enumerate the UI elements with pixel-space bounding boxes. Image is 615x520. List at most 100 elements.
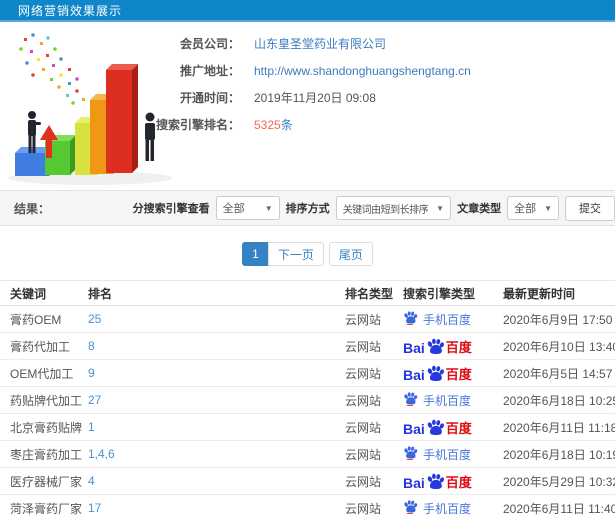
col-update-time: 最新更新时间 — [503, 286, 576, 301]
rank-count-unit: 条 — [280, 118, 293, 132]
table-row: 药贴牌代加工 27 云网站 手机百度 2020年6月18日 10:25 — [0, 387, 615, 414]
keyword-cell: 膏药代加工 — [10, 339, 71, 354]
baidu-paw-icon — [427, 365, 444, 381]
engine-cell: 手机百度 — [403, 310, 503, 328]
opened-time: 2019年11月20日 09:08 — [254, 91, 376, 105]
keyword-cell: 枣庄膏药加工 — [10, 447, 83, 462]
chevron-down-icon: ▼ — [436, 203, 445, 213]
mobile-baidu-logo: 手机百度 — [403, 391, 471, 409]
update-time-cell: 2020年6月11日 11:40 — [503, 501, 615, 516]
company-label: 会员公司： — [179, 37, 240, 51]
mobile-baidu-label: 手机百度 — [423, 501, 472, 516]
page-title: 网络营销效果展示 — [18, 3, 123, 18]
table-row: 枣庄膏药加工 1,4,6 云网站 手机百度 2020年6月18日 10:19 — [0, 441, 615, 468]
article-type-value: 全部 — [514, 203, 537, 215]
update-time-cell: 2020年6月5日 14:57 — [503, 366, 613, 381]
baidu-paw-icon — [427, 338, 444, 354]
update-time-cell: 2020年6月10日 13:40 — [503, 339, 615, 354]
page-last-button[interactable]: 尾页 — [328, 242, 373, 266]
engine-cell: 手机百度 — [403, 499, 503, 517]
info-row-rank-count: 搜索引擎排名： 5325条 — [0, 117, 615, 132]
top-bar: 网络营销效果展示 — [0, 0, 615, 22]
mobile-baidu-logo: 手机百度 — [403, 310, 471, 328]
baidu-paw-icon — [427, 419, 444, 435]
info-row-opened: 开通时间： 2019年11月20日 09:08 — [0, 90, 615, 105]
article-type-label: 文章类型 — [457, 203, 502, 215]
keyword-cell: 医疗器械厂家 — [10, 474, 83, 489]
baidu-logo: Bai 百度 — [403, 472, 472, 490]
sort-select[interactable]: 关键词由短到长排序 ▼ — [335, 196, 452, 220]
rank-type-cell: 云网站 — [345, 474, 382, 489]
info-section: 会员公司： 山东皇圣堂药业有限公司 推广地址： http://www.shand… — [0, 22, 615, 190]
rank-link[interactable]: 1 — [88, 420, 95, 434]
rank-link[interactable]: 25 — [88, 312, 101, 326]
engine-filter-label: 分搜索引擎查看 — [132, 203, 210, 215]
rank-type-cell: 云网站 — [345, 339, 382, 354]
update-time-cell: 2020年6月18日 10:25 — [503, 393, 615, 408]
engine-cell: 手机百度 — [403, 391, 503, 409]
rank-link[interactable]: 1,4,6 — [88, 447, 115, 461]
submit-button[interactable]: 提交 — [565, 195, 615, 221]
sort-label: 排序方式 — [285, 203, 330, 215]
baidu-logo: Bai 百度 — [403, 364, 472, 382]
mobile-baidu-label: 手机百度 — [423, 393, 472, 408]
info-row-company: 会员公司： 山东皇圣堂药业有限公司 — [0, 36, 615, 51]
mobile-baidu-label: 手机百度 — [423, 447, 472, 462]
table-row: 医疗器械厂家 4 云网站 Bai 百度 2020年5月29日 10:32 — [0, 468, 615, 495]
keyword-cell: 菏泽膏药厂家 — [10, 501, 83, 516]
url-label: 推广地址： — [179, 64, 240, 78]
baidu-logo: Bai 百度 — [403, 418, 472, 436]
engine-filter-value: 全部 — [222, 203, 245, 215]
table-header-row: 关键词 排名 排名类型 搜索引擎类型 最新更新时间 — [0, 281, 615, 306]
info-row-url: 推广地址： http://www.shandonghuangshengtang.… — [0, 63, 615, 79]
mobile-baidu-logo: 手机百度 — [403, 499, 471, 517]
rank-link[interactable]: 27 — [88, 393, 101, 407]
rank-link[interactable]: 9 — [88, 366, 95, 380]
col-rank-type: 排名类型 — [345, 286, 394, 301]
baidu-paw-icon — [427, 473, 444, 489]
rank-link[interactable]: 4 — [88, 474, 95, 488]
update-time-cell: 2020年5月29日 10:32 — [503, 474, 615, 489]
rank-type-cell: 云网站 — [345, 501, 382, 516]
rank-link[interactable]: 8 — [88, 339, 95, 353]
engine-filter-select[interactable]: 全部 ▼ — [215, 196, 280, 220]
col-keyword: 关键词 — [10, 286, 47, 301]
baidu-paw-icon — [404, 446, 418, 461]
baidu-logo: Bai 百度 — [403, 337, 472, 355]
baidu-paw-icon — [404, 392, 418, 407]
chevron-down-icon: ▼ — [264, 203, 273, 213]
member-info-list: 会员公司： 山东皇圣堂药业有限公司 推广地址： http://www.shand… — [0, 36, 615, 144]
ranking-table: 关键词 排名 排名类型 搜索引擎类型 最新更新时间 膏药OEM 25 云网站 手… — [0, 280, 615, 520]
rank-type-cell: 云网站 — [345, 393, 382, 408]
result-label: 结果： — [14, 201, 51, 216]
rank-type-cell: 云网站 — [345, 447, 382, 462]
table-body: 膏药OEM 25 云网站 手机百度 2020年6月9日 17:50 膏药代加工 … — [0, 306, 615, 520]
promo-url-link[interactable]: http://www.shandonghuangshengtang.cn — [254, 64, 471, 78]
col-rank: 排名 — [88, 286, 113, 301]
sort-value: 关键词由短到长排序 — [342, 204, 429, 216]
engine-cell: Bai 百度 — [403, 472, 503, 491]
engine-cell: 手机百度 — [403, 445, 503, 463]
keyword-cell: 北京膏药贴牌 — [10, 420, 83, 435]
filter-bar: 结果： 分搜索引擎查看 全部 ▼ 排序方式 关键词由短到长排序 ▼ 文章类型 全… — [0, 190, 615, 226]
page-current[interactable]: 1 — [242, 242, 269, 266]
table-row: OEM代加工 9 云网站 Bai 百度 2020年6月5日 14:57 — [0, 360, 615, 387]
rank-type-cell: 云网站 — [345, 420, 382, 435]
col-engine-type: 搜索引擎类型 — [403, 286, 476, 301]
rank-link[interactable]: 17 — [88, 501, 101, 515]
engine-cell: Bai 百度 — [403, 337, 503, 356]
page-next-button[interactable]: 下一页 — [267, 242, 324, 266]
keyword-cell: 药贴牌代加工 — [10, 393, 83, 408]
update-time-cell: 2020年6月11日 11:18 — [503, 420, 615, 435]
engine-cell: Bai 百度 — [403, 418, 503, 437]
rank-type-cell: 云网站 — [345, 312, 382, 327]
table-row: 膏药OEM 25 云网站 手机百度 2020年6月9日 17:50 — [0, 306, 615, 333]
article-type-select[interactable]: 全部 ▼ — [507, 196, 559, 220]
update-time-cell: 2020年6月9日 17:50 — [503, 312, 613, 327]
rank-count-number: 5325 — [254, 118, 281, 132]
keyword-cell: 膏药OEM — [10, 312, 62, 327]
company-link[interactable]: 山东皇圣堂药业有限公司 — [254, 37, 386, 51]
baidu-paw-icon — [404, 311, 418, 326]
mobile-baidu-label: 手机百度 — [423, 312, 472, 327]
table-row: 菏泽膏药厂家 17 云网站 手机百度 2020年6月11日 11:40 — [0, 495, 615, 520]
